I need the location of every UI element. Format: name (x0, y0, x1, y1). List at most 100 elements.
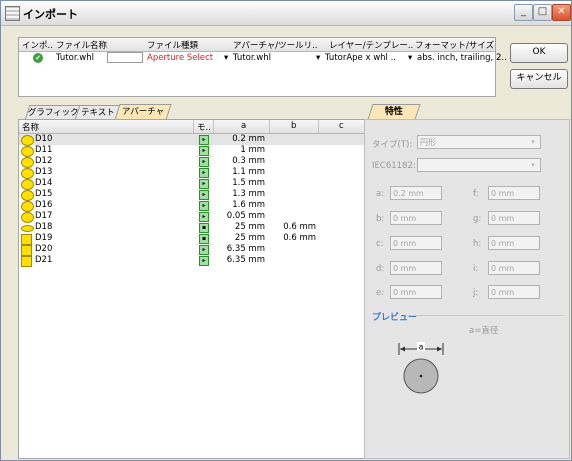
list-item[interactable]: D18 ▪ 25 mm 0.6 mm (19, 222, 365, 233)
field-a-input[interactable]: 0.2 mm (390, 186, 442, 200)
field-e-input[interactable]: 0 mm (390, 285, 442, 299)
mode-icon: ▪ (199, 223, 209, 233)
field-d-input[interactable]: 0 mm (390, 261, 442, 275)
app-icon (5, 6, 20, 21)
grid-header-file-name[interactable]: ファイル名称 (56, 39, 107, 51)
list-item[interactable]: D13 ▸ 1.1 mm (19, 167, 365, 179)
header-b[interactable]: b (291, 121, 296, 131)
layer-cell[interactable]: TutorApe x whl .. (325, 53, 396, 63)
aperture-center-dot (419, 374, 423, 378)
iec-dropdown[interactable]: ▾ (417, 158, 541, 172)
square-aperture-icon (21, 256, 32, 267)
field-j-label: j: (473, 288, 479, 298)
aperture-name: D19 (35, 233, 53, 243)
field-g-input[interactable]: 0 mm (488, 211, 540, 225)
aperture-name: D10 (35, 134, 53, 144)
type-dropdown[interactable]: 円形 ▾ (417, 135, 541, 149)
grid-header-import[interactable]: インポ.. (22, 39, 53, 51)
format-cell[interactable]: abs. inch, trailing, 2.. (417, 53, 507, 63)
field-a-label: a: (376, 189, 385, 199)
aperture-name: D14 (35, 178, 53, 188)
grid-header-format[interactable]: フォーマット/サイズ (415, 39, 494, 51)
mode-icon: ▸ (199, 157, 209, 167)
list-item[interactable]: D20 ▸ 6.35 mm (19, 244, 365, 256)
ok-button[interactable]: OK (510, 43, 568, 63)
file-name-field[interactable] (107, 52, 143, 63)
tab-aperture[interactable]: アパーチャ (114, 104, 172, 120)
column-divider[interactable] (213, 120, 214, 133)
mode-icon: ▸ (199, 135, 209, 145)
import-file-grid: インポ.. ファイル名称 ファイル種類 アパーチャ/ツールリ.. レイヤー/テン… (18, 37, 507, 97)
chevron-down-icon: ▾ (531, 138, 535, 146)
tab-graphics[interactable]: グラフィック (24, 105, 82, 120)
mode-icon: ▸ (199, 256, 209, 266)
tab-properties[interactable]: 特性 (367, 104, 421, 120)
header-a[interactable]: a (241, 121, 246, 131)
grid-header: インポ.. ファイル名称 ファイル種類 アパーチャ/ツールリ.. レイヤー/テン… (19, 38, 495, 52)
field-f-input[interactable]: 0 mm (488, 186, 540, 200)
value-a: 6.35 mm (226, 244, 265, 254)
aperture-name: D20 (35, 244, 53, 254)
layer-dropdown-arrow-icon[interactable]: ▾ (316, 53, 320, 63)
type-value: 円形 (420, 138, 436, 147)
tab-graphics-label: グラフィック (27, 108, 79, 118)
close-button[interactable]: ✕ (552, 4, 571, 21)
value-a: 1.6 mm (232, 200, 265, 210)
list-item[interactable]: D15 ▸ 1.3 mm (19, 189, 365, 201)
list-item[interactable]: D16 ▸ 1.6 mm (19, 200, 365, 212)
arrow-right-icon (437, 346, 442, 352)
aperture-cell[interactable]: Tutor.whl (233, 53, 271, 63)
list-item[interactable]: D11 ▸ 1 mm (19, 145, 365, 157)
minimize-button[interactable]: _ (514, 4, 533, 21)
file-name-cell[interactable]: Tutor.whl (56, 53, 94, 63)
grid-header-aperture[interactable]: アパーチャ/ツールリ.. (233, 39, 318, 51)
grid-row[interactable]: ✔ Tutor.whl Aperture Select ▾ Tutor.whl … (19, 52, 507, 64)
column-divider[interactable] (269, 120, 270, 133)
header-c[interactable]: c (339, 121, 344, 131)
aperture-name: D21 (35, 255, 53, 265)
file-type-cell[interactable]: Aperture Select (147, 53, 213, 63)
field-c-input[interactable]: 0 mm (390, 236, 442, 250)
grid-header-layer[interactable]: レイヤー/テンプレー.. (329, 39, 413, 51)
list-item[interactable]: D19 ▪ 25 mm 0.6 mm (19, 233, 365, 245)
field-f-label: f: (473, 189, 479, 199)
grid-header-file-type[interactable]: ファイル種類 (147, 39, 198, 51)
list-item[interactable]: D17 ▸ 0.05 mm (19, 211, 365, 223)
preview-caption: a=直径 (469, 326, 499, 336)
value-a: 1.3 mm (232, 189, 265, 199)
title-bar: インポート _ □ ✕ (1, 1, 571, 26)
field-i-input[interactable]: 0 mm (488, 261, 540, 275)
tab-properties-label: 特性 (384, 107, 403, 117)
format-dropdown-arrow-icon[interactable]: ▾ (408, 53, 412, 63)
list-item[interactable]: D10 ▸ 0.2 mm (19, 134, 365, 146)
value-a: 0.05 mm (226, 211, 265, 221)
maximize-button[interactable]: □ (533, 4, 552, 21)
field-h-input[interactable]: 0 mm (488, 236, 540, 250)
chevron-down-icon: ▾ (531, 161, 535, 169)
value-b: 0.6 mm (283, 233, 316, 243)
aperture-name: D15 (35, 189, 53, 199)
header-name[interactable]: 名称 (22, 121, 39, 133)
aperture-list-header: 名称 モ.. a b c (19, 120, 365, 134)
checkmark-icon[interactable]: ✔ (33, 53, 43, 63)
mode-icon: ▸ (199, 179, 209, 189)
aperture-name: D11 (35, 145, 53, 155)
aperture-list: 名称 モ.. a b c D10 ▸ 0.2 mm D11 ▸ 1 mm D12 (18, 119, 366, 459)
aperture-name: D18 (35, 222, 53, 232)
aperture-preview: a (398, 342, 444, 394)
dimension-label: a (419, 343, 424, 352)
list-item[interactable]: D21 ▸ 6.35 mm (19, 255, 365, 267)
type-label: タイプ(T): (372, 140, 413, 150)
import-dialog: インポート _ □ ✕ インポ.. ファイル名称 ファイル種類 アパーチャ/ツー… (0, 0, 572, 461)
value-a: 25 mm (234, 222, 265, 232)
field-j-input[interactable]: 0 mm (488, 285, 540, 299)
list-item[interactable]: D14 ▸ 1.5 mm (19, 178, 365, 190)
column-divider[interactable] (193, 120, 194, 133)
value-a: 0.3 mm (232, 156, 265, 166)
column-divider[interactable] (318, 120, 319, 133)
header-mode[interactable]: モ.. (197, 121, 211, 133)
field-b-input[interactable]: 0 mm (390, 211, 442, 225)
list-item[interactable]: D12 ▸ 0.3 mm (19, 156, 365, 168)
cancel-button[interactable]: キャンセル (510, 69, 568, 89)
aperture-dropdown-arrow-icon[interactable]: ▾ (224, 53, 228, 63)
